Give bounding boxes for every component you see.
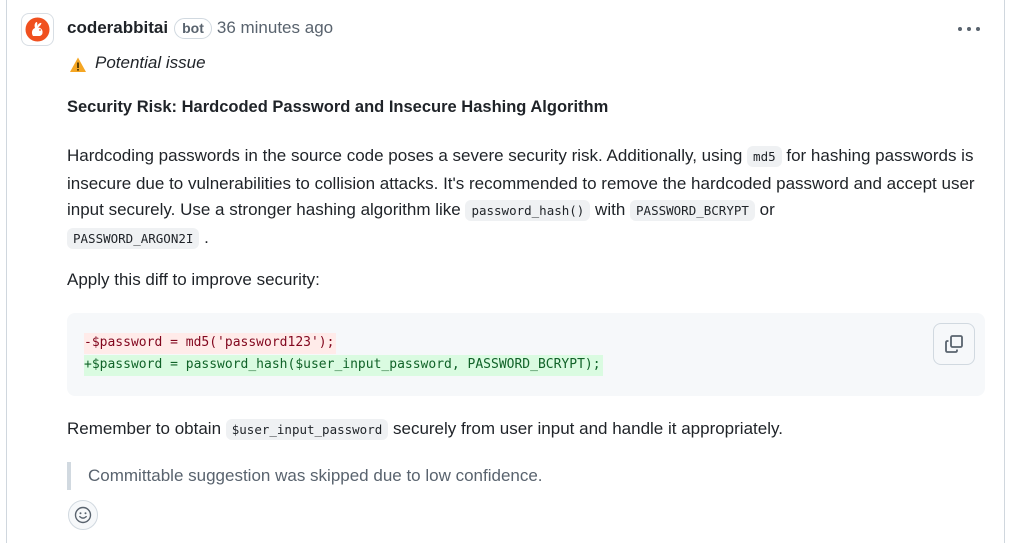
issue-description: Hardcoding passwords in the source code …	[67, 143, 992, 252]
copy-icon	[945, 335, 963, 353]
kebab-dot-icon	[976, 27, 980, 31]
diff-added-line: +$password = password_hash($user_input_p…	[84, 355, 603, 376]
remember-text: Remember to obtain	[67, 419, 226, 438]
kebab-dot-icon	[967, 27, 971, 31]
more-actions-button[interactable]	[956, 22, 982, 36]
blockquote: Committable suggestion was skipped due t…	[67, 462, 543, 490]
avatar[interactable]	[21, 13, 54, 46]
smiley-icon	[74, 506, 92, 524]
author-name[interactable]: coderabbitai	[67, 18, 168, 38]
inline-code: md5	[747, 146, 782, 167]
diff-removed-line: -$password = md5('password123');	[84, 333, 337, 354]
inline-code: password_hash()	[465, 200, 591, 221]
apply-diff-text: Apply this diff to improve security:	[67, 270, 320, 289]
issue-title: Security Risk: Hardcoded Password and In…	[67, 98, 609, 116]
inline-code: PASSWORD_ARGON2I	[67, 227, 200, 249]
severity-text: Potential issue	[95, 53, 206, 72]
diff-code-block: -$password = md5('password123'); +$passw…	[67, 313, 985, 396]
inline-code: $user_input_password	[225, 419, 389, 440]
comment-header: coderabbitai bot 36 minutes ago	[67, 16, 333, 40]
severity-label: Potential issue	[69, 52, 206, 74]
copy-button[interactable]	[933, 323, 975, 365]
inline-code: PASSWORD_BCRYPT	[630, 200, 755, 221]
bot-badge: bot	[174, 17, 212, 39]
warning-icon	[70, 57, 86, 72]
description-text: Hardcoding passwords in the source code …	[67, 146, 748, 165]
add-reaction-button[interactable]	[68, 500, 98, 530]
description-text: .	[199, 227, 209, 247]
description-text: with	[590, 200, 631, 219]
timestamp[interactable]: 36 minutes ago	[217, 18, 333, 38]
description-text: or	[754, 200, 775, 219]
remember-text: securely from user input and handle it a…	[388, 419, 783, 438]
remember-note: Remember to obtain $user_input_password …	[67, 419, 783, 440]
kebab-dot-icon	[958, 27, 962, 31]
coderabbit-logo-icon	[25, 17, 50, 42]
